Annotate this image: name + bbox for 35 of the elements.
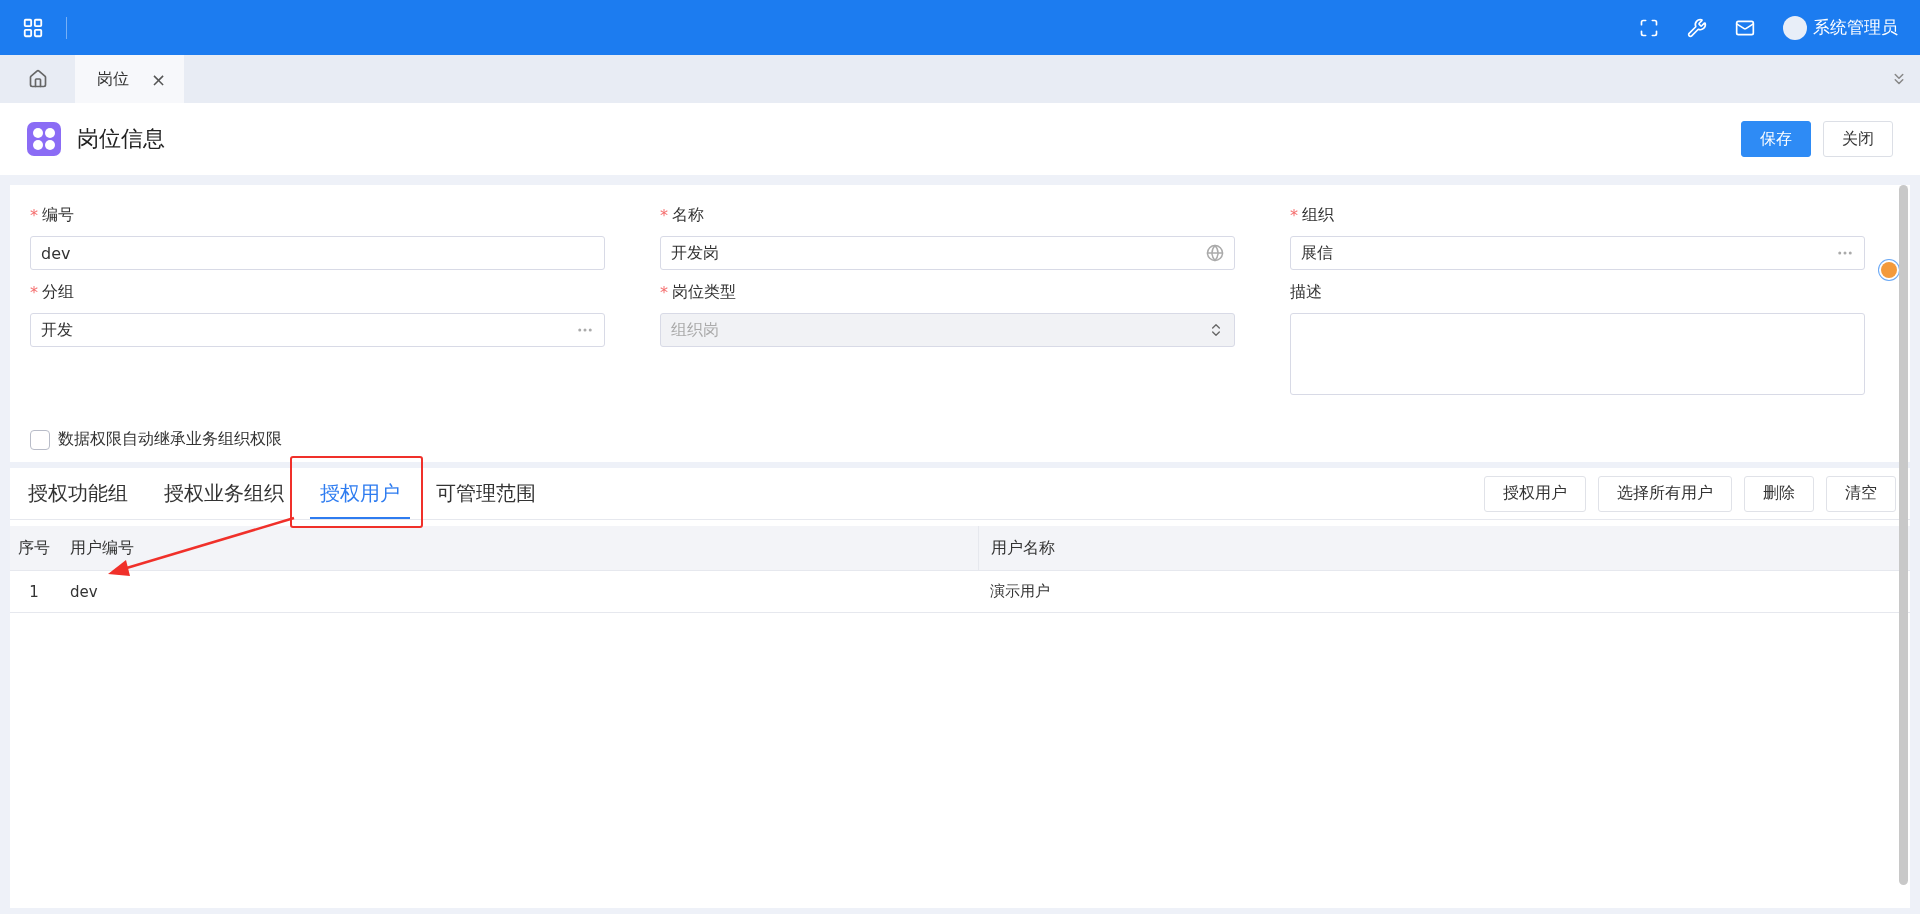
table-cell-text: 1	[28, 581, 40, 603]
action-button[interactable]: 清空	[1826, 475, 1896, 512]
close-button[interactable]: 关闭	[1823, 121, 1893, 157]
required-mark: *	[660, 206, 668, 225]
detail-tab[interactable]: 授权用户	[310, 468, 410, 519]
page-tab[interactable]: 岗位 ×	[75, 55, 185, 103]
input-field[interactable]: 展信	[1290, 236, 1865, 270]
detail-tab[interactable]: 可管理范围	[426, 468, 546, 519]
required-mark: *	[1290, 206, 1298, 225]
input-field[interactable]: 开发岗	[660, 236, 1235, 270]
action-button[interactable]: 选择所有用户	[1598, 475, 1732, 512]
field-label: 编号	[42, 205, 74, 226]
field-label: 描述	[1290, 282, 1322, 303]
inherit-permission-checkbox[interactable]: 数据权限自动继承业务组织权限	[30, 429, 1890, 450]
page-title: 岗位信息	[77, 125, 165, 153]
table-cell-text: dev	[69, 581, 99, 603]
close-icon[interactable]: ×	[151, 68, 167, 90]
field-label: 组织	[1302, 205, 1334, 226]
action-button[interactable]: 授权用户	[1484, 475, 1586, 512]
user-name[interactable]: 系统管理员	[1813, 16, 1898, 39]
action-button[interactable]: 删除	[1744, 475, 1814, 512]
detail-tab[interactable]: 授权业务组织	[154, 468, 294, 519]
required-mark: *	[30, 206, 38, 225]
field-label: 岗位类型	[672, 282, 736, 303]
column-header: 序号	[18, 537, 50, 559]
column-header: 用户名称	[991, 537, 1055, 559]
detail-tab[interactable]: 授权功能组	[18, 468, 138, 519]
required-mark: *	[30, 283, 38, 302]
column-header: 用户编号	[70, 537, 134, 559]
required-mark: *	[660, 283, 668, 302]
table-cell-text: 演示用户	[989, 581, 1051, 602]
field-label: 名称	[672, 205, 704, 226]
input-field[interactable]: 开发	[30, 313, 605, 347]
field-label: 分组	[42, 282, 74, 303]
input-field[interactable]: dev	[30, 236, 605, 270]
